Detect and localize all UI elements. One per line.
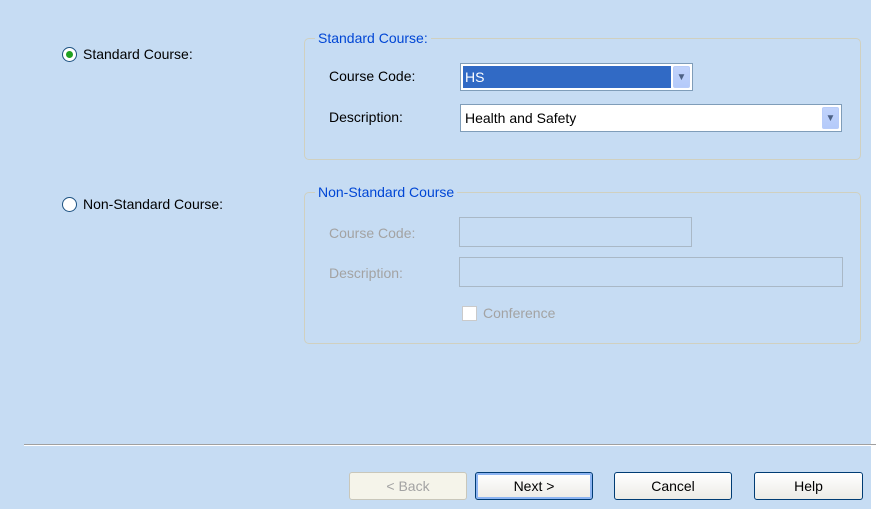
course-code-label: Course Code: <box>329 68 416 84</box>
window-edge <box>871 0 879 509</box>
cancel-button[interactable]: Cancel <box>614 472 732 500</box>
description-label: Description: <box>329 109 403 125</box>
conference-checkbox[interactable]: Conference <box>462 305 555 321</box>
chevron-down-icon[interactable]: ▼ <box>673 66 690 88</box>
nonstandard-course-code-input[interactable] <box>459 217 692 247</box>
radio-selected-icon <box>62 46 77 62</box>
conference-label: Conference <box>483 305 556 321</box>
chevron-down-icon[interactable]: ▼ <box>822 107 839 129</box>
description-dropdown[interactable]: Health and Safety ▼ <box>460 104 842 132</box>
back-button[interactable]: < Back <box>349 472 467 500</box>
radio-unselected-icon <box>62 196 77 212</box>
nonstandard-course-radio-label: Non-Standard Course: <box>83 196 224 212</box>
nonstandard-description-input[interactable] <box>459 257 843 287</box>
nonstandard-course-radio[interactable]: Non-Standard Course: <box>62 196 223 212</box>
standard-course-radio-label: Standard Course: <box>83 46 193 62</box>
nonstandard-description-label: Description: <box>329 265 403 281</box>
checkbox-unchecked-icon <box>462 305 477 321</box>
help-button[interactable]: Help <box>754 472 863 500</box>
standard-course-group-title: Standard Course: <box>315 30 431 46</box>
next-button[interactable]: Next > <box>475 472 593 500</box>
nonstandard-course-code-label: Course Code: <box>329 225 416 241</box>
course-code-dropdown[interactable]: HS ▼ <box>460 63 693 91</box>
standard-course-group: Standard Course: <box>304 30 861 160</box>
description-value: Health and Safety <box>465 110 577 126</box>
nonstandard-course-group-title: Non-Standard Course <box>315 184 458 200</box>
course-code-value: HS <box>463 66 671 88</box>
standard-course-radio[interactable]: Standard Course: <box>62 46 193 62</box>
separator <box>24 444 876 446</box>
